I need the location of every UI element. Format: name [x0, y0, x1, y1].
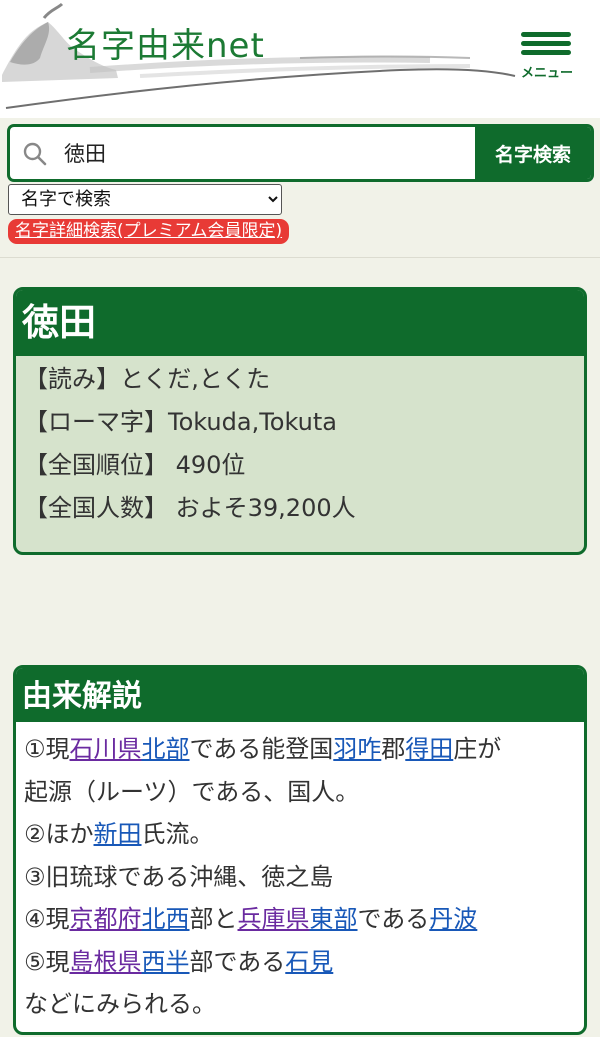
place-link[interactable]: 西半 [142, 948, 190, 976]
place-link[interactable]: 北西 [142, 905, 190, 933]
divider [0, 257, 600, 258]
surname-summary-card: 徳田 【読み】とくだ,とくた 【ローマ字】Tokuda,Tokuta 【全国順位… [13, 287, 587, 555]
place-link[interactable]: 東部 [310, 905, 358, 933]
site-title[interactable]: 名字由来net [66, 18, 265, 67]
origin-text-segment: ②ほか [24, 820, 94, 848]
origin-line: ⑤現島根県西半部である石見 [24, 941, 584, 984]
place-link[interactable]: 丹波 [429, 905, 477, 933]
origin-line: ③旧琉球である沖縄、徳之島 [24, 856, 584, 899]
origin-text-segment: である能登国 [189, 735, 334, 763]
hamburger-menu-icon [521, 32, 571, 37]
search-box: 名字検索 [7, 124, 594, 182]
place-link[interactable]: 兵庫県 [238, 905, 310, 933]
place-link[interactable]: 羽咋 [333, 735, 381, 763]
place-link[interactable]: 島根県 [70, 948, 142, 976]
origin-text-segment: 郡 [381, 735, 406, 763]
origin-text-segment: 起源（ルーツ）である、国人。 [24, 777, 360, 806]
origin-line: などにみられる。 [24, 983, 584, 1026]
origin-line: ②ほか新田氏流。 [24, 813, 584, 856]
rank-row: 【全国順位】 490位 [24, 451, 246, 479]
origin-text-segment: 部と [189, 905, 238, 933]
surname-title: 徳田 [16, 290, 584, 356]
place-link[interactable]: 得田 [405, 735, 453, 763]
origin-line: 起源（ルーツ）である、国人。 [24, 771, 584, 814]
origin-text-segment: 部である [189, 947, 286, 976]
premium-search-link[interactable]: 名字詳細検索(プレミアム会員限定) [8, 219, 290, 244]
origin-text-segment: 庄が [453, 735, 502, 763]
origin-text-segment: ④現 [24, 905, 70, 933]
origin-text-segment: などにみられる。 [24, 990, 216, 1018]
place-link[interactable]: 新田 [94, 820, 142, 848]
origin-text-segment: である [357, 905, 430, 933]
romaji-row: 【ローマ字】Tokuda,Tokuta [24, 408, 337, 436]
origin-heading: 由来解説 [16, 668, 584, 722]
origin-line: ④現京都府北西部と兵庫県東部である丹波 [24, 898, 584, 941]
origin-text-segment: ①現 [24, 735, 70, 763]
reading-row: 【読み】とくだ,とくた [24, 365, 271, 393]
origin-card: 由来解説 ①現石川県北部である能登国羽咋郡得田庄が起源（ルーツ）である、国人。 ②… [13, 665, 587, 1035]
place-link[interactable]: 石川県 [70, 735, 142, 763]
place-link[interactable]: 京都府 [70, 905, 142, 933]
site-header: 名字由来net メニュー [0, 0, 600, 118]
search-button[interactable]: 名字検索 [475, 127, 591, 179]
search-input[interactable] [64, 127, 474, 179]
menu-label: メニュー [520, 66, 573, 81]
search-mode-select[interactable]: 名字で検索 [8, 184, 282, 215]
origin-text-segment: ③旧琉球である沖縄、徳之島 [24, 862, 334, 891]
menu-button[interactable]: メニュー [512, 30, 582, 82]
origin-text: ①現石川県北部である能登国羽咋郡得田庄が起源（ルーツ）である、国人。 ②ほか新田氏… [16, 722, 584, 1026]
place-link[interactable]: 北部 [142, 735, 190, 763]
origin-text-segment: 氏流。 [141, 820, 214, 848]
origin-line: ①現石川県北部である能登国羽咋郡得田庄が [24, 728, 584, 771]
origin-text-segment: ⑤現 [24, 947, 70, 976]
search-icon [23, 142, 47, 166]
population-row: 【全国人数】 およそ39,200人 [24, 494, 356, 522]
place-link[interactable]: 石見 [285, 948, 333, 976]
